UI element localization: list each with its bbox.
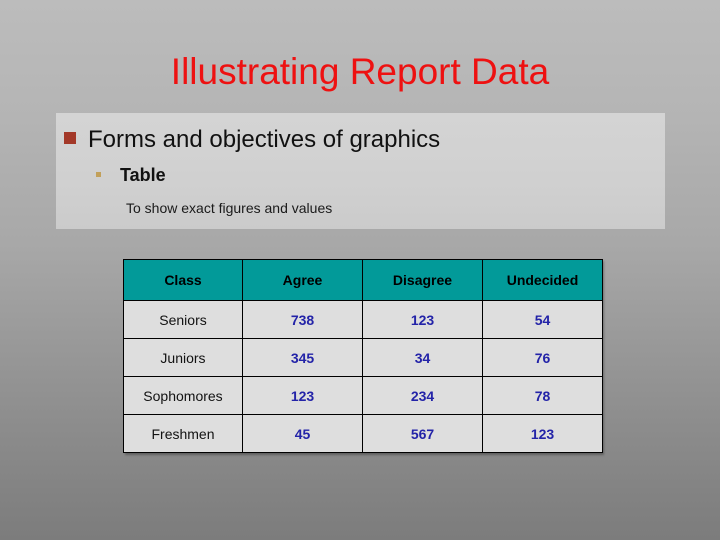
cell-class: Juniors (123, 338, 243, 377)
cell-agree: 123 (242, 376, 363, 415)
cell-undecided: 76 (482, 338, 603, 377)
cell-disagree: 123 (362, 300, 483, 339)
table-row: Freshmen 45 567 123 (123, 414, 603, 453)
table-row: Seniors 738 123 54 (123, 300, 603, 339)
cell-agree: 738 (242, 300, 363, 339)
column-header-undecided: Undecided (482, 259, 603, 301)
dot-bullet-icon (96, 172, 101, 177)
page-title: Illustrating Report Data (170, 51, 550, 92)
square-bullet-icon (64, 132, 76, 144)
content-panel: Forms and objectives of graphics Table T… (56, 113, 665, 229)
slide-canvas: Illustrating Report Data Forms and objec… (0, 0, 720, 540)
cell-undecided: 123 (482, 414, 603, 453)
cell-disagree: 34 (362, 338, 483, 377)
data-table: Class Agree Disagree Undecided Seniors 7… (123, 259, 603, 453)
column-header-class: Class (123, 259, 243, 301)
cell-class: Seniors (123, 300, 243, 339)
cell-agree: 45 (242, 414, 363, 453)
cell-undecided: 54 (482, 300, 603, 339)
table-row: Juniors 345 34 76 (123, 338, 603, 377)
cell-disagree: 234 (362, 376, 483, 415)
table-row: Sophomores 123 234 78 (123, 376, 603, 415)
outline-item-level1: Forms and objectives of graphics (64, 126, 440, 154)
table-header-row: Class Agree Disagree Undecided (123, 259, 603, 301)
data-table-container: Class Agree Disagree Undecided Seniors 7… (123, 259, 603, 453)
column-header-disagree: Disagree (362, 259, 483, 301)
cell-undecided: 78 (482, 376, 603, 415)
outline-item-level1-label: Forms and objectives of graphics (88, 126, 441, 153)
outline-item-level2: Table (96, 164, 166, 186)
outline-item-level3-label: To show exact figures and values (126, 200, 333, 216)
column-header-agree: Agree (242, 259, 363, 301)
cell-class: Freshmen (123, 414, 243, 453)
cell-agree: 345 (242, 338, 363, 377)
outline-item-level3: To show exact figures and values (126, 199, 332, 217)
cell-disagree: 567 (362, 414, 483, 453)
cell-class: Sophomores (123, 376, 243, 415)
outline-item-level2-label: Table (120, 165, 166, 185)
